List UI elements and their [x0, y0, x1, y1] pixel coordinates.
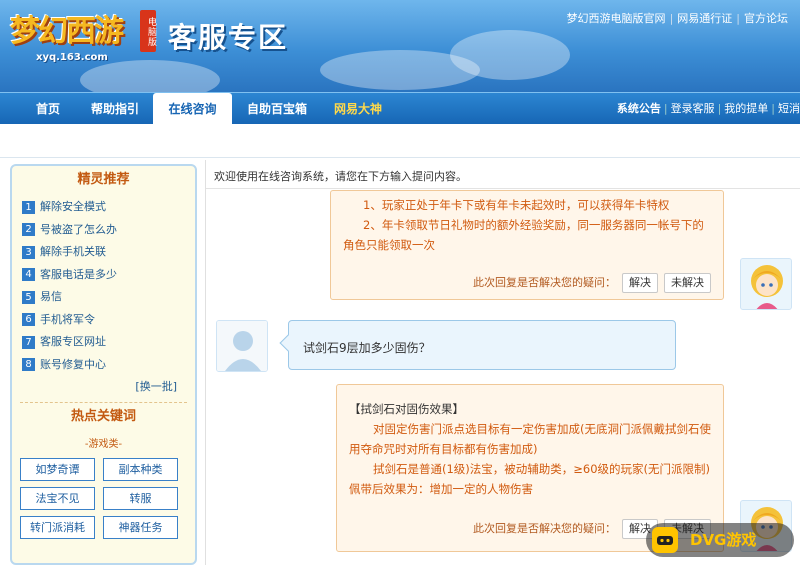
list-item[interactable]: 7 客服专区网址: [22, 331, 195, 354]
keyword-grid: 如梦奇谭 副本种类 法宝不见 转服 转门派消耗 神器任务: [12, 458, 195, 545]
item-label: 账号修复中心: [40, 357, 106, 371]
user-avatar: [216, 320, 268, 372]
watermark-text: DVG游戏: [690, 531, 757, 549]
keyword-category: -游戏类-: [84, 439, 123, 450]
feedback-question: 此次回复是否解决您的疑问：: [473, 522, 616, 535]
keyword-button[interactable]: 如梦奇谭: [20, 458, 95, 481]
tab-netease-dashen[interactable]: 网易大神: [334, 93, 382, 125]
list-item[interactable]: 1 解除安全模式: [22, 196, 195, 219]
site-title: 客服专区: [168, 21, 289, 54]
bot-answer-line: 2、年卡领取节日礼物时的额外经验奖励，同一服务器同一帐号下的角色只能领取一次: [343, 218, 704, 252]
passport-link[interactable]: 网易通行证: [677, 12, 732, 25]
list-item[interactable]: 3 解除手机关联: [22, 241, 195, 264]
item-number: 2: [22, 223, 35, 236]
item-label: 易信: [40, 290, 62, 303]
item-number: 7: [22, 335, 35, 349]
keyword-button[interactable]: 转服: [103, 487, 178, 510]
user-question: 试剑石9层加多少固伤？: [303, 341, 431, 355]
item-label: 解除手机关联: [40, 245, 106, 258]
item-label: 手机将军令: [40, 312, 95, 326]
bot-character-icon: [751, 265, 783, 309]
bubble-tail: [279, 334, 297, 352]
my-tickets-link[interactable]: 我的提单: [724, 102, 768, 115]
short-message-link[interactable]: 短消: [778, 102, 800, 115]
game-logo[interactable]: 梦幻西游: [10, 6, 124, 50]
user-message: 试剑石9层加多少固伤？: [279, 320, 676, 370]
keyword-button[interactable]: 法宝不见: [20, 487, 95, 510]
keyword-button[interactable]: 转门派消耗: [20, 516, 95, 539]
site-watermark: DVG游戏: [646, 523, 794, 557]
bot-answer-line: 拭剑石是普通(1级)法宝，被动辅助类，≥60级的玩家(无门派限制)佩带后效果为：…: [349, 462, 711, 496]
item-number: 4: [22, 268, 35, 281]
list-item[interactable]: 6 手机将军令: [22, 309, 195, 332]
item-label: 解除安全模式: [40, 200, 106, 213]
bot-answer-line: 对固定伤害门派点选目标有一定伤害加成(无底洞门派佩戴拭剑石使用夺命咒时对所有目标…: [349, 422, 711, 456]
item-number: 3: [22, 245, 35, 259]
login-service-link[interactable]: 登录客服: [671, 102, 715, 115]
list-item[interactable]: 2 号被盗了怎么办: [22, 219, 195, 242]
solved-button[interactable]: 解决: [622, 273, 658, 293]
refresh-batch-link[interactable]: [换一批]: [12, 378, 195, 394]
keyword-button[interactable]: 副本种类: [103, 458, 178, 481]
hot-keywords-title: 热点关键词: [70, 409, 136, 424]
feedback-question: 此次回复是否解决您的疑问：: [473, 276, 616, 289]
recommend-title: 精灵推荐: [77, 172, 130, 187]
tab-home[interactable]: 首页: [36, 93, 60, 125]
tab-online-consult[interactable]: 在线咨询: [153, 93, 232, 126]
user-silhouette-icon: [217, 321, 267, 371]
header-banner: 梦幻西游 电脑版 xyq.163.com 客服专区 梦幻西游电脑版官网 | 网易通行…: [0, 0, 800, 92]
list-item[interactable]: 5 易信: [22, 286, 195, 309]
bot-message: 1、玩家正处于年卡下或有年卡未起效时，可以获得年卡特权 2、年卡领取节日礼物时的…: [330, 190, 724, 300]
item-number: 1: [22, 200, 35, 214]
welcome-text: 欢迎使用在线咨询系统，请您在下方输入提问内容。: [214, 170, 467, 183]
feedback-bar: 此次回复是否解决您的疑问： 解决未解决: [473, 273, 711, 293]
main-nav: 首页 帮助指引 在线咨询 自助百宝箱 网易大神 系统公告 | 登录客服 | 我的提单 | 短…: [0, 92, 800, 126]
sub-strip: [0, 124, 800, 158]
logo-badge: 电脑版: [140, 10, 156, 52]
answer-title: 【拭剑石对固伤效果】: [349, 402, 464, 416]
keyword-button[interactable]: 神器任务: [103, 516, 178, 539]
forum-link[interactable]: 官方论坛: [744, 12, 788, 25]
tab-self-service[interactable]: 自助百宝箱: [247, 93, 307, 125]
unsolved-button[interactable]: 未解决: [664, 273, 711, 293]
sidebar: 精灵推荐 1 解除安全模式 2 号被盗了怎么办 3 解除手机关联 4 客服电话是多少 5…: [10, 164, 197, 565]
item-number: 8: [22, 358, 35, 371]
chat-area: 欢迎使用在线咨询系统，请您在下方输入提问内容。 1、玩家正处于年卡下或有年卡未起…: [205, 160, 800, 565]
system-notice-link[interactable]: 系统公告: [617, 102, 661, 115]
tab-help-guide[interactable]: 帮助指引: [91, 93, 139, 125]
recommend-list: 1 解除安全模式 2 号被盗了怎么办 3 解除手机关联 4 客服电话是多少 5 易信 6手…: [12, 192, 195, 376]
list-item[interactable]: 8 账号修复中心: [22, 354, 195, 377]
bot-answer-line: 1、玩家正处于年卡下或有年卡未起效时，可以获得年卡特权: [363, 198, 670, 212]
welcome-divider: [206, 188, 800, 189]
item-label: 号被盗了怎么办: [40, 222, 117, 236]
nav-right-links: 系统公告 | 登录客服 | 我的提单 | 短消: [616, 102, 800, 115]
item-number: 6: [22, 313, 35, 326]
item-label: 客服电话是多少: [40, 267, 117, 281]
item-label: 客服专区网址: [40, 335, 106, 348]
item-number: 5: [22, 290, 35, 304]
logo-url: xyq.163.com: [36, 52, 108, 63]
gamepad-icon: [652, 527, 678, 553]
official-site-link[interactable]: 梦幻西游电脑版官网: [567, 12, 666, 25]
bot-avatar: [740, 258, 792, 310]
top-links: 梦幻西游电脑版官网 | 网易通行证 | 官方论坛: [566, 12, 788, 25]
list-item[interactable]: 4 客服电话是多少: [22, 264, 195, 287]
